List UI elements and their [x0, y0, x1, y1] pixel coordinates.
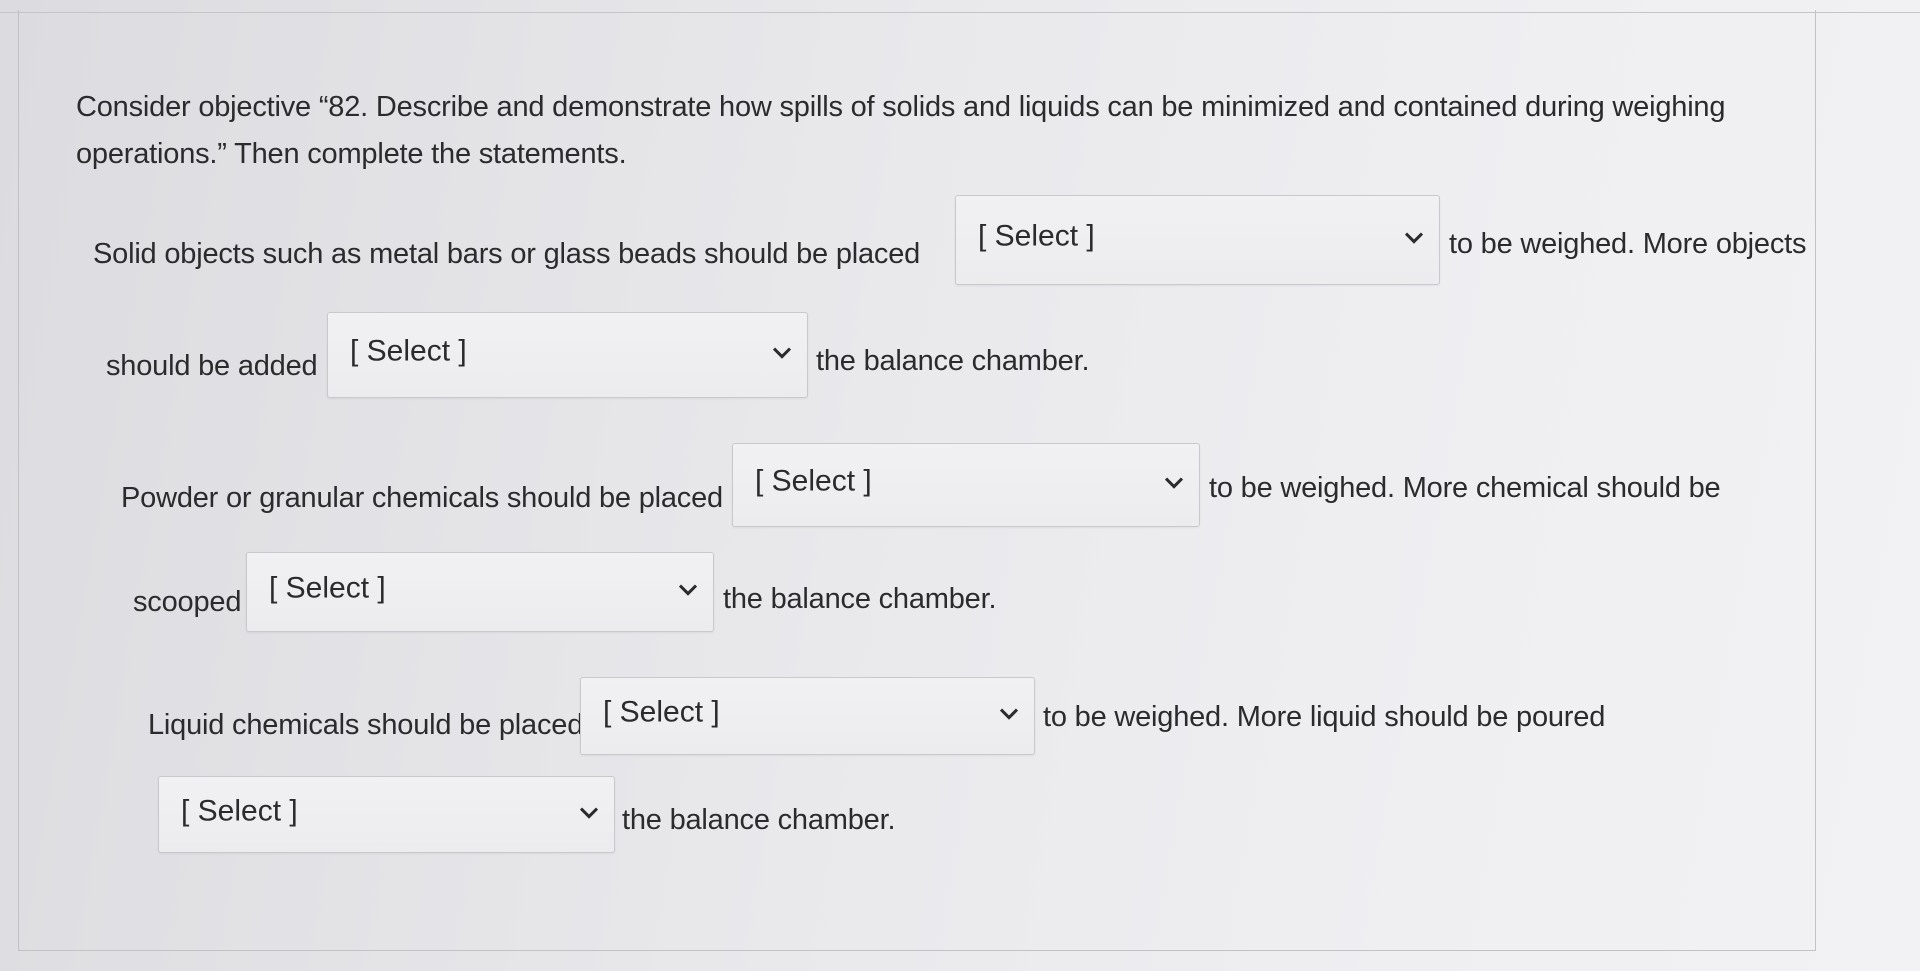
statement-2-select[interactable]: [ Select ] [327, 312, 808, 398]
chevron-down-icon [772, 347, 792, 359]
statement-1-text-after: to be weighed. More objects [1449, 228, 1807, 260]
select-placeholder: [ Select ] [350, 334, 467, 368]
chevron-down-icon [678, 584, 698, 596]
statement-3-text-after: to be weighed. More chemical should be [1209, 472, 1721, 504]
quiz-screen: Consider objective “82. Describe and dem… [0, 0, 1920, 971]
statement-6-select[interactable]: [ Select ] [158, 776, 615, 853]
statement-2-text-before: should be added [106, 350, 318, 382]
select-placeholder: [ Select ] [755, 464, 872, 498]
statement-3-select[interactable]: [ Select ] [732, 443, 1200, 527]
statement-3-text-before: Powder or granular chemicals should be p… [121, 482, 723, 514]
select-placeholder: [ Select ] [269, 571, 386, 605]
select-placeholder: [ Select ] [603, 695, 720, 729]
chevron-down-icon [999, 708, 1019, 720]
chevron-down-icon [1404, 232, 1424, 244]
statement-5-text-before: Liquid chemicals should be placed [148, 709, 584, 741]
statement-5-select[interactable]: [ Select ] [580, 677, 1035, 755]
statement-1-text-before: Solid objects such as metal bars or glas… [93, 238, 921, 270]
statement-6-text-after: the balance chamber. [622, 804, 896, 836]
statement-1-select[interactable]: [ Select ] [955, 195, 1440, 285]
question-prompt: Consider objective “82. Describe and dem… [76, 91, 1726, 170]
select-placeholder: [ Select ] [181, 794, 298, 828]
statement-4-text-before: scooped [133, 586, 242, 618]
chevron-down-icon [579, 807, 599, 819]
chevron-down-icon [1164, 477, 1184, 489]
statement-5-text-after: to be weighed. More liquid should be pou… [1043, 701, 1606, 733]
statement-4-select[interactable]: [ Select ] [246, 552, 714, 632]
select-placeholder: [ Select ] [978, 219, 1095, 253]
statement-4-text-after: the balance chamber. [723, 583, 997, 615]
statement-2-text-after: the balance chamber. [816, 345, 1090, 377]
